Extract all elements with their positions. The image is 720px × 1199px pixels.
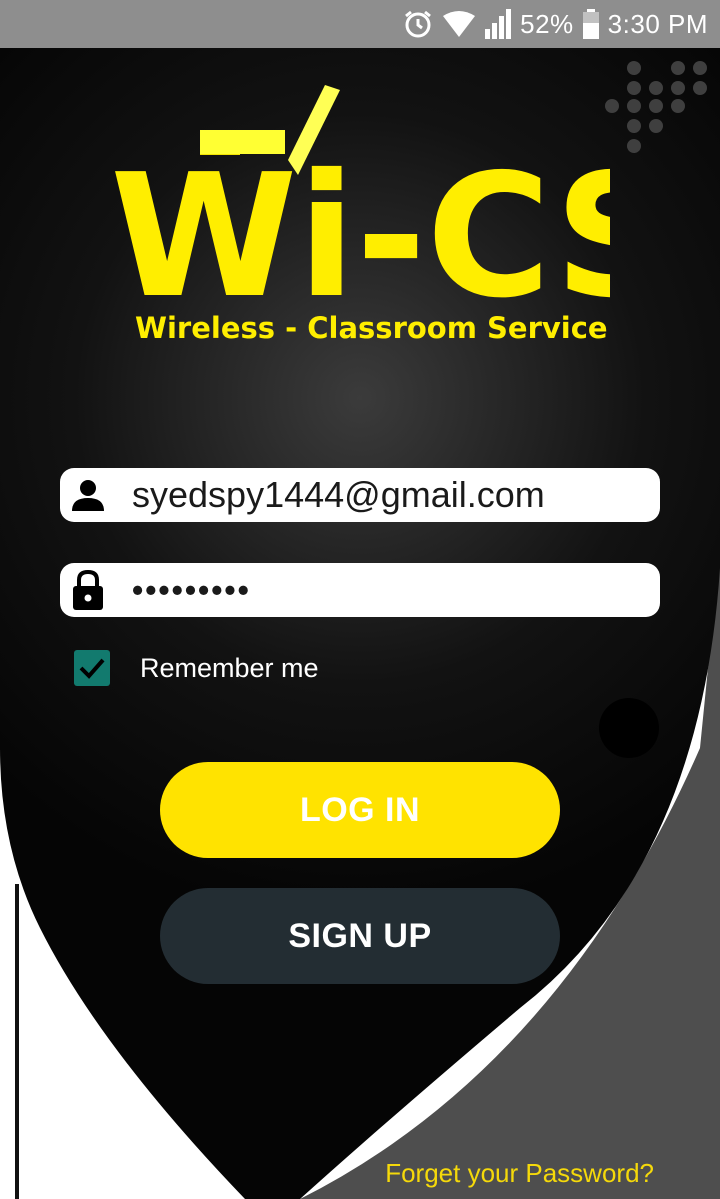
password-field[interactable] bbox=[60, 563, 660, 617]
email-field[interactable] bbox=[60, 468, 660, 522]
remember-me-row[interactable]: Remember me bbox=[74, 650, 319, 686]
forgot-password-link[interactable]: Forget your Password? bbox=[385, 1158, 654, 1189]
remember-me-checkbox[interactable] bbox=[74, 650, 110, 686]
wics-logo: Wi-CS Wireless - Classroom Service bbox=[110, 85, 610, 345]
clock: 3:30 PM bbox=[607, 8, 708, 39]
check-icon bbox=[79, 658, 105, 679]
alarm-icon bbox=[402, 8, 434, 40]
battery-percent: 52% bbox=[520, 8, 574, 39]
status-bar: 52% 3:30 PM bbox=[0, 0, 720, 48]
user-icon bbox=[60, 468, 116, 522]
dot-pattern-decoration bbox=[605, 61, 707, 153]
wifi-icon bbox=[442, 10, 476, 38]
signal-icon bbox=[484, 9, 512, 39]
battery-icon bbox=[582, 9, 600, 39]
password-input[interactable] bbox=[132, 571, 652, 609]
logo-title: Wi-CS bbox=[110, 138, 610, 336]
email-input[interactable] bbox=[132, 474, 652, 516]
logo-tagline: Wireless - Classroom Service bbox=[135, 311, 608, 345]
login-button[interactable]: LOG IN bbox=[160, 762, 560, 858]
signup-button[interactable]: SIGN UP bbox=[160, 888, 560, 984]
lock-icon bbox=[60, 563, 116, 617]
remember-me-label: Remember me bbox=[140, 652, 319, 683]
